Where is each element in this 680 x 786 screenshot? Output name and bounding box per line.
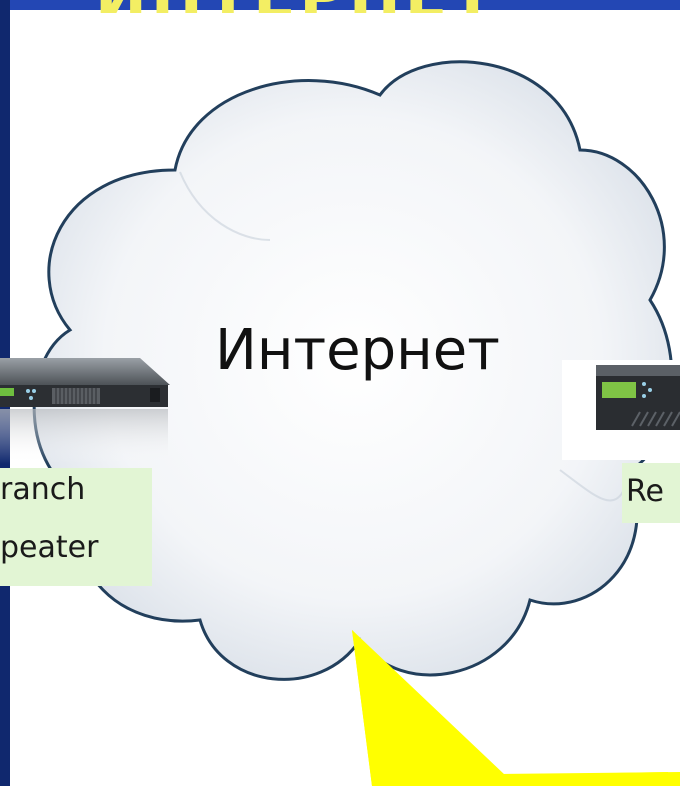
yellow-callout-pointer — [352, 630, 680, 786]
